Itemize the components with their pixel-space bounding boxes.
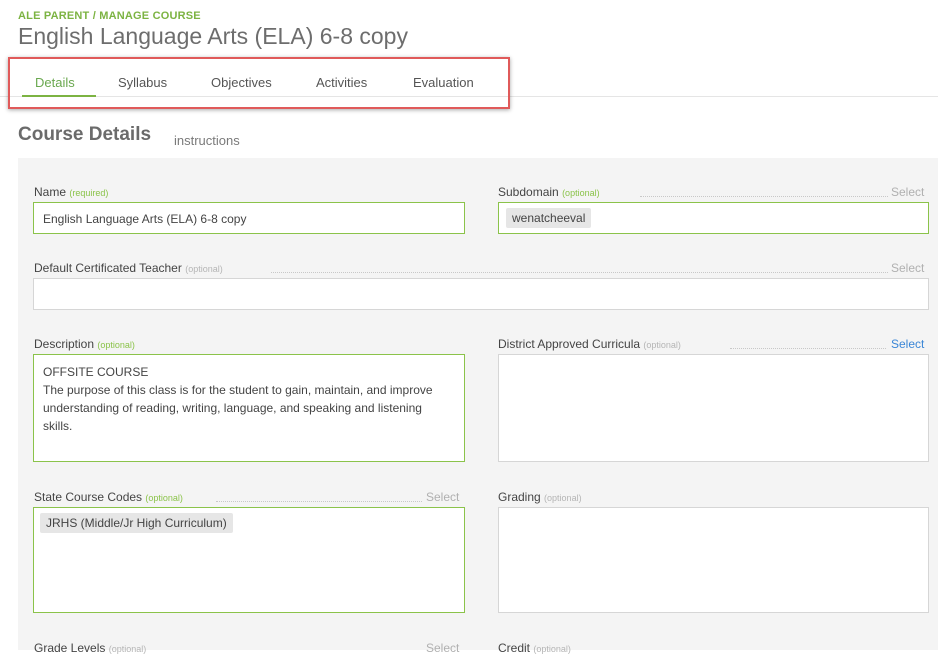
active-tab-indicator bbox=[22, 95, 96, 97]
state-codes-dots bbox=[216, 501, 422, 502]
teacher-label: Default Certificated Teacher (optional) bbox=[34, 261, 223, 275]
subdomain-chip: wenatcheeval bbox=[506, 208, 592, 228]
description-textarea[interactable]: OFFSITE COURSE The purpose of this class… bbox=[33, 354, 465, 462]
tab-objectives[interactable]: Objectives bbox=[211, 75, 272, 90]
curricula-select[interactable]: Select bbox=[891, 337, 924, 351]
curricula-input[interactable] bbox=[498, 354, 929, 462]
subdomain-input[interactable]: wenatcheeval bbox=[498, 202, 929, 234]
subdomain-dots bbox=[640, 196, 888, 197]
tab-evaluation[interactable]: Evaluation bbox=[413, 75, 474, 90]
name-input[interactable]: English Language Arts (ELA) 6-8 copy bbox=[33, 202, 465, 234]
grading-label: Grading (optional) bbox=[498, 490, 582, 504]
tab-activities[interactable]: Activities bbox=[316, 75, 367, 90]
instructions-link[interactable]: instructions bbox=[174, 133, 240, 148]
description-label: Description (optional) bbox=[34, 337, 135, 351]
tab-syllabus[interactable]: Syllabus bbox=[118, 75, 167, 90]
tab-bar: Details Syllabus Objectives Activities E… bbox=[8, 57, 510, 109]
subdomain-label: Subdomain (optional) bbox=[498, 185, 600, 199]
teacher-dots bbox=[271, 272, 888, 273]
section-title: Course Details bbox=[18, 124, 152, 145]
credit-label: Credit (optional) bbox=[498, 641, 571, 655]
course-details-panel: Name (required) English Language Arts (E… bbox=[18, 158, 938, 655]
state-codes-label: State Course Codes (optional) bbox=[34, 490, 183, 504]
curricula-label: District Approved Curricula (optional) bbox=[498, 337, 681, 351]
state-codes-input[interactable]: JRHS (Middle/Jr High Curriculum) bbox=[33, 507, 465, 613]
grade-levels-label: Grade Levels (optional) bbox=[34, 641, 147, 655]
name-label: Name (required) bbox=[34, 185, 109, 199]
page-title: English Language Arts (ELA) 6-8 copy bbox=[18, 23, 408, 49]
subdomain-select[interactable]: Select bbox=[891, 185, 924, 199]
curricula-dots bbox=[730, 348, 886, 349]
state-code-chip: JRHS (Middle/Jr High Curriculum) bbox=[40, 513, 233, 533]
grade-levels-select[interactable]: Select bbox=[426, 641, 459, 655]
breadcrumb: ALE PARENT / MANAGE COURSE bbox=[18, 10, 201, 22]
tab-details[interactable]: Details bbox=[35, 75, 75, 90]
grading-input[interactable] bbox=[498, 507, 929, 613]
teacher-input[interactable] bbox=[33, 278, 929, 310]
state-codes-select[interactable]: Select bbox=[426, 490, 459, 504]
teacher-select[interactable]: Select bbox=[891, 261, 924, 275]
